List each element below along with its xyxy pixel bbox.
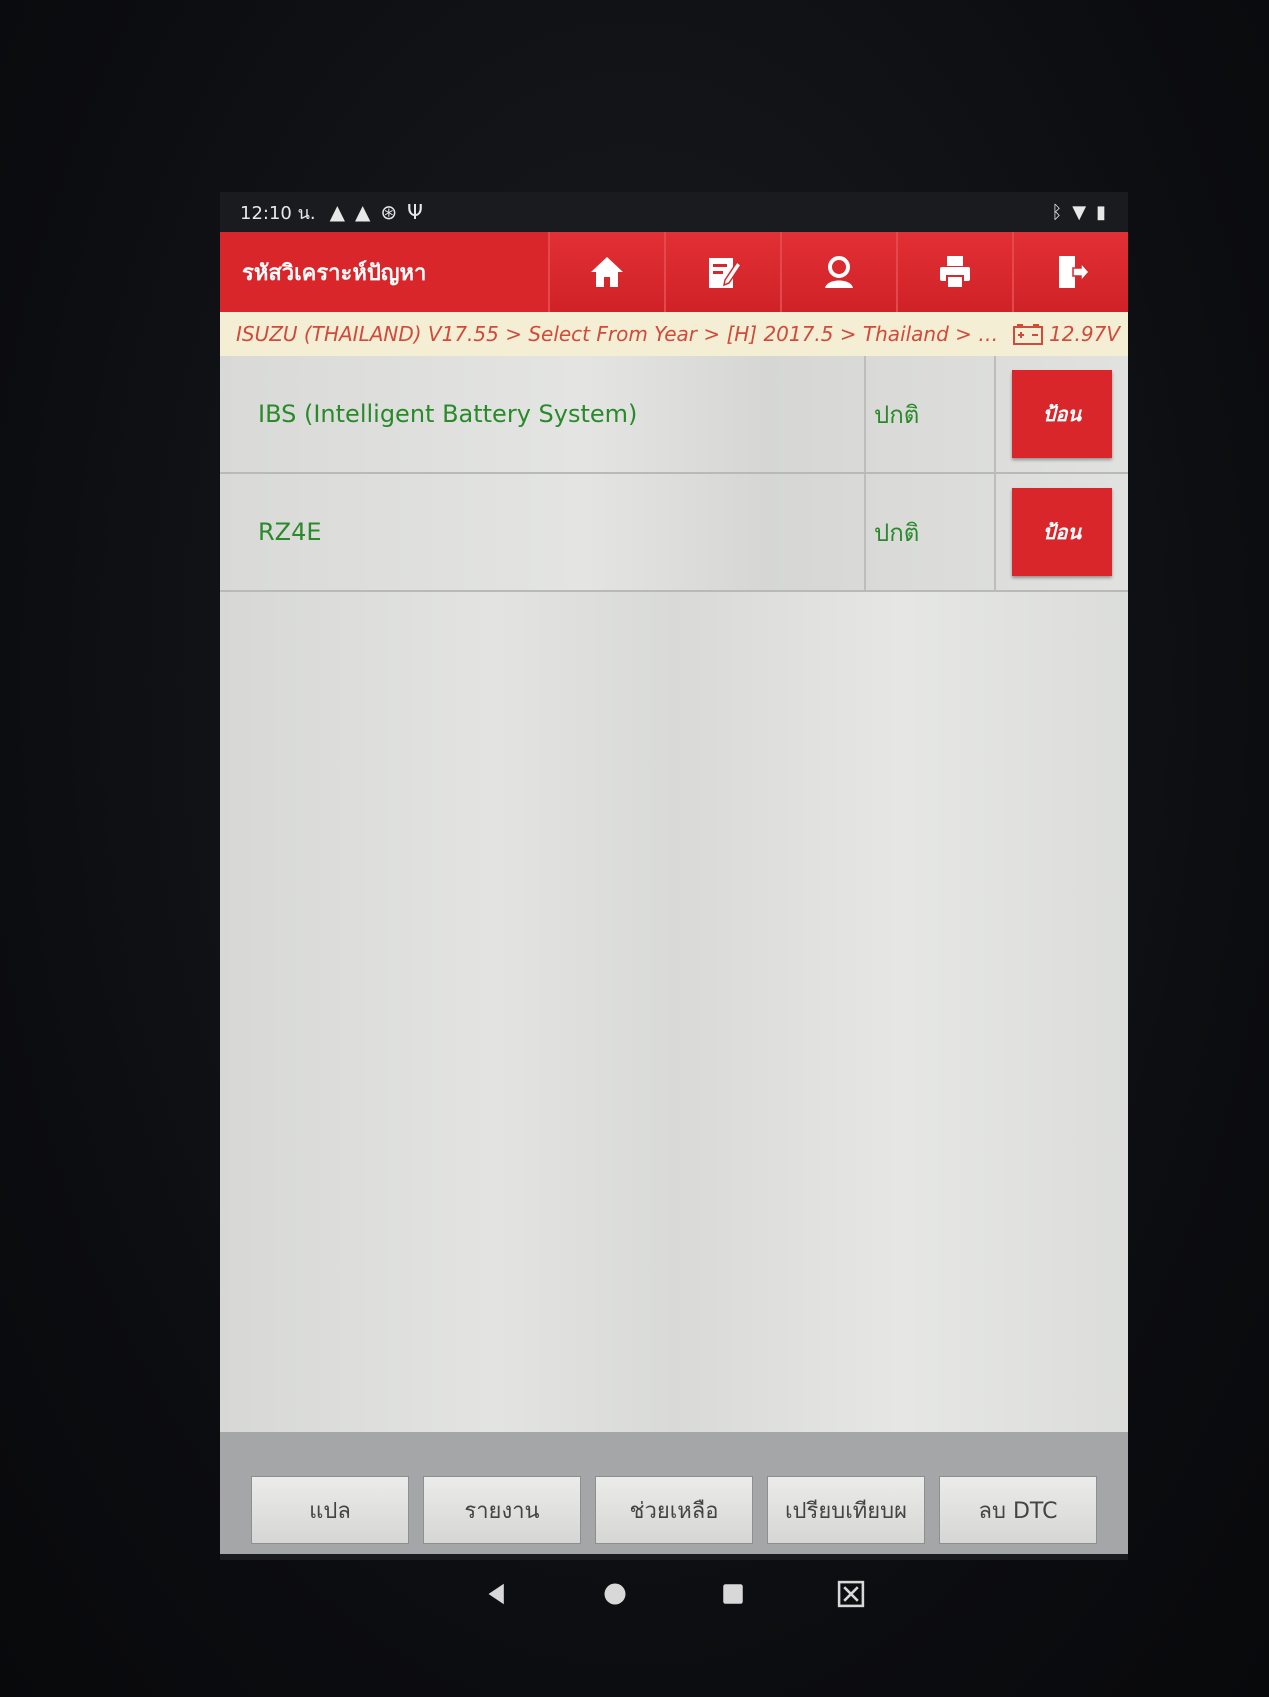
wifi-icon: ▼	[1072, 201, 1087, 223]
tablet-screen: 12:10 น. ▲ ▲ ⊛ Ψ ᛒ ▼ ▮ รหัสวิเคราะห์ปัญห…	[220, 192, 1128, 1560]
car-battery-icon	[1013, 324, 1044, 345]
action-cell: ป้อน	[996, 474, 1128, 590]
support-icon	[825, 256, 853, 288]
help-button[interactable]: ช่วยเหลือ	[595, 1476, 753, 1544]
warning-icon: ▲	[355, 200, 371, 224]
back-icon[interactable]	[477, 1574, 517, 1614]
battery-voltage: 12.97V	[1013, 322, 1120, 346]
screenshot-icon[interactable]	[831, 1574, 871, 1614]
battery-icon: ▮	[1096, 201, 1106, 223]
device-photo: 12:10 น. ▲ ▲ ⊛ Ψ ᛒ ▼ ▮ รหัสวิเคราะห์ปัญห…	[0, 0, 1269, 1697]
system-name: IBS (Intelligent Battery System)	[220, 356, 866, 472]
system-status: ปกติ	[866, 474, 996, 590]
system-status: ปกติ	[866, 356, 996, 472]
breadcrumb: ISUZU (THAILAND) V17.55 > Select From Ye…	[220, 312, 1128, 356]
android-nav-bar	[220, 1560, 1128, 1628]
status-right-icons: ᛒ ▼ ▮	[1051, 202, 1106, 223]
enter-button[interactable]: ป้อน	[1012, 488, 1112, 576]
compare-button[interactable]: เปรียบเทียบผ	[767, 1476, 925, 1544]
action-cell: ป้อน	[996, 356, 1128, 472]
list-item: RZ4E ปกติ ป้อน	[220, 474, 1128, 592]
edit-button[interactable]	[664, 232, 780, 312]
report-button[interactable]: รายงาน	[423, 1476, 581, 1544]
page-title: รหัสวิเคราะห์ปัญหา	[242, 260, 427, 286]
print-icon	[940, 256, 970, 289]
system-name: RZ4E	[220, 474, 866, 590]
status-time: 12:10 น.	[240, 202, 316, 224]
title-bar: รหัสวิเคราะห์ปัญหา	[220, 232, 1128, 312]
status-bar: 12:10 น. ▲ ▲ ⊛ Ψ ᛒ ▼ ▮	[220, 192, 1128, 232]
usb-icon: Ψ	[407, 200, 423, 224]
home-icon	[591, 257, 623, 287]
home-button[interactable]	[548, 232, 664, 312]
breadcrumb-path: ISUZU (THAILAND) V17.55 > Select From Ye…	[236, 322, 1002, 346]
support-button[interactable]	[780, 232, 896, 312]
warning-icon: ▲	[329, 200, 346, 224]
recents-icon[interactable]	[713, 1574, 753, 1614]
clear-dtc-button[interactable]: ลบ DTC	[939, 1476, 1097, 1544]
list-item: IBS (Intelligent Battery System) ปกติ ป้…	[220, 356, 1128, 474]
settings-circle-icon: ⊛	[380, 200, 398, 224]
voltage-value: 12.97V	[1049, 322, 1120, 346]
bluetooth-icon: ᛒ	[1051, 201, 1063, 223]
edit-icon	[709, 258, 743, 288]
toolbar	[548, 232, 1128, 312]
enter-button[interactable]: ป้อน	[1012, 370, 1112, 458]
home-circle-icon[interactable]	[595, 1574, 635, 1614]
translate-button[interactable]: แปล	[251, 1476, 409, 1544]
footer-toolbar: แปล รายงาน ช่วยเหลือ เปรียบเทียบผ ลบ DTC	[220, 1432, 1128, 1554]
print-button[interactable]	[896, 232, 1012, 312]
exit-icon	[1059, 256, 1091, 288]
exit-button[interactable]	[1012, 232, 1128, 312]
system-list: IBS (Intelligent Battery System) ปกติ ป้…	[220, 356, 1128, 1432]
